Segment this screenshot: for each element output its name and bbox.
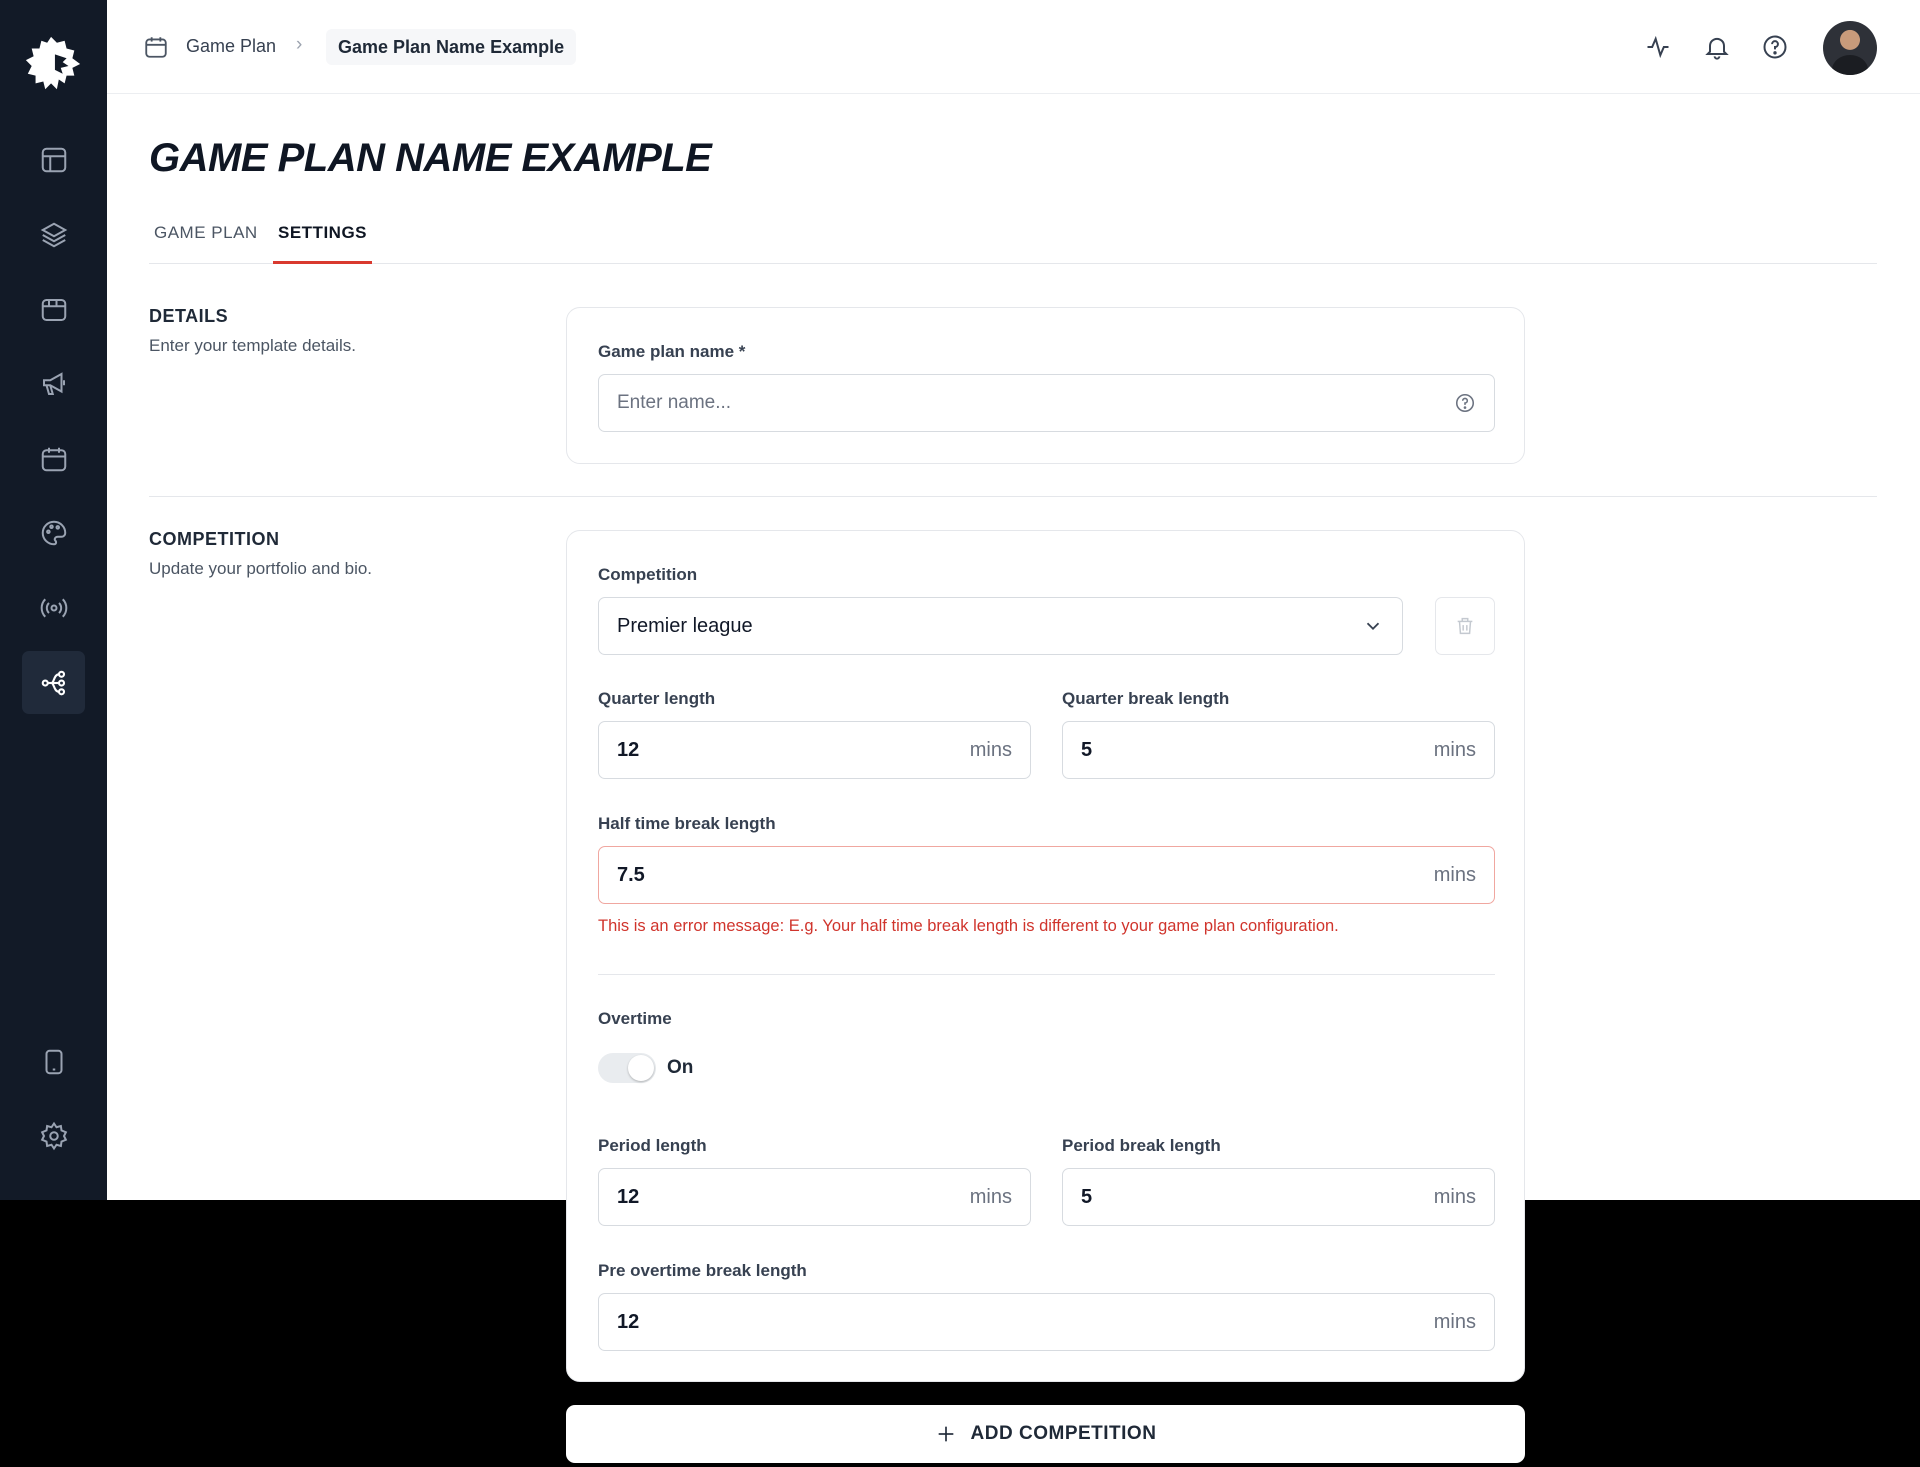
overtime-label: Overtime — [598, 1009, 672, 1028]
page-title: GAME PLAN NAME EXAMPLE — [149, 136, 712, 180]
quarter-length-input[interactable]: 12 mins — [598, 721, 1031, 779]
game-plan-name-label: Game plan name * — [598, 342, 746, 361]
tab-game-plan[interactable]: GAME PLAN — [149, 218, 263, 264]
quarter-length-value: 12 — [617, 738, 640, 761]
top-bar: Game Plan › Game Plan Name Example — [107, 0, 1920, 94]
competition-label: Competition — [598, 565, 698, 584]
add-competition-button[interactable]: ADD COMPETITION — [566, 1405, 1525, 1463]
half-time-label: Half time break length — [598, 814, 776, 833]
plus-icon — [938, 1426, 953, 1442]
competition-card: Competition Premier league Quarter lengt… — [566, 530, 1525, 1382]
lion-logo[interactable] — [20, 32, 86, 96]
calendar-icon — [145, 37, 167, 58]
overtime-toggle[interactable] — [598, 1053, 656, 1083]
half-time-value: 7.5 — [617, 863, 645, 886]
breadcrumb-current: Game Plan Name Example — [326, 29, 577, 65]
trash-icon — [1457, 617, 1473, 635]
bell-icon[interactable] — [1700, 30, 1734, 64]
broadcast-icon[interactable] — [22, 576, 85, 639]
half-time-input[interactable]: 7.5 mins — [598, 846, 1495, 904]
period-length-input[interactable]: 12 mins — [598, 1168, 1031, 1226]
pre-overtime-input[interactable]: 12 mins — [598, 1293, 1495, 1351]
error-message: This is an error message: E.g. Your half… — [598, 917, 1339, 935]
unit-suffix: mins — [969, 1185, 1012, 1208]
delete-competition-button[interactable] — [1435, 597, 1495, 655]
competition-title: COMPETITION — [149, 529, 280, 549]
period-break-value: 5 — [1081, 1185, 1093, 1208]
unit-suffix: mins — [1433, 738, 1476, 761]
help-icon[interactable] — [1758, 30, 1792, 64]
quarter-break-label: Quarter break length — [1062, 689, 1230, 708]
sidebar — [0, 0, 107, 1200]
app-root: Game Plan › Game Plan Name Example GAME … — [0, 0, 1920, 1467]
help-icon[interactable] — [1454, 392, 1476, 414]
activity-icon[interactable] — [1641, 30, 1675, 64]
layers-icon[interactable] — [22, 203, 85, 266]
competition-select[interactable]: Premier league — [598, 597, 1403, 655]
section-divider — [149, 496, 1877, 497]
period-break-input[interactable]: 5 mins — [1062, 1168, 1495, 1226]
palette-icon[interactable] — [22, 501, 85, 564]
overtime-state: On — [667, 1057, 694, 1078]
unit-suffix: mins — [1433, 863, 1476, 886]
layout-icon[interactable] — [22, 128, 85, 191]
browser-icon[interactable] — [22, 278, 85, 341]
pre-overtime-label: Pre overtime break length — [598, 1261, 807, 1280]
chevron-down-icon — [1366, 622, 1380, 631]
pre-overtime-value: 12 — [617, 1310, 640, 1333]
tablet-icon[interactable] — [22, 1030, 85, 1093]
details-card: Game plan name * Enter name... — [566, 307, 1525, 464]
avatar[interactable] — [1823, 21, 1877, 75]
unit-suffix: mins — [969, 738, 1012, 761]
name-placeholder: Enter name... — [617, 392, 732, 413]
tab-settings[interactable]: SETTINGS — [273, 218, 373, 264]
competition-value: Premier league — [617, 614, 753, 637]
breadcrumb-separator: › — [296, 34, 303, 55]
game-plan-name-input[interactable]: Enter name... — [598, 374, 1495, 432]
period-break-label: Period break length — [1062, 1136, 1221, 1155]
card-divider — [598, 974, 1495, 975]
quarter-length-label: Quarter length — [598, 689, 716, 708]
unit-suffix: mins — [1433, 1185, 1476, 1208]
toggle-knob — [628, 1055, 654, 1081]
period-length-label: Period length — [598, 1136, 707, 1155]
flow-icon[interactable] — [22, 651, 85, 714]
gear-icon[interactable] — [22, 1104, 85, 1167]
details-subtitle: Enter your template details. — [149, 336, 356, 355]
tab-bar: GAME PLAN SETTINGS — [149, 218, 1877, 264]
calendar-icon[interactable] — [22, 427, 85, 490]
add-competition-label: ADD COMPETITION — [970, 1423, 1157, 1444]
quarter-break-input[interactable]: 5 mins — [1062, 721, 1495, 779]
breadcrumb-parent[interactable]: Game Plan — [186, 36, 276, 57]
period-length-value: 12 — [617, 1185, 640, 1208]
competition-subtitle: Update your portfolio and bio. — [149, 559, 373, 578]
quarter-break-value: 5 — [1081, 738, 1093, 761]
details-title: DETAILS — [149, 306, 229, 326]
megaphone-icon[interactable] — [22, 352, 85, 415]
unit-suffix: mins — [1433, 1310, 1476, 1333]
